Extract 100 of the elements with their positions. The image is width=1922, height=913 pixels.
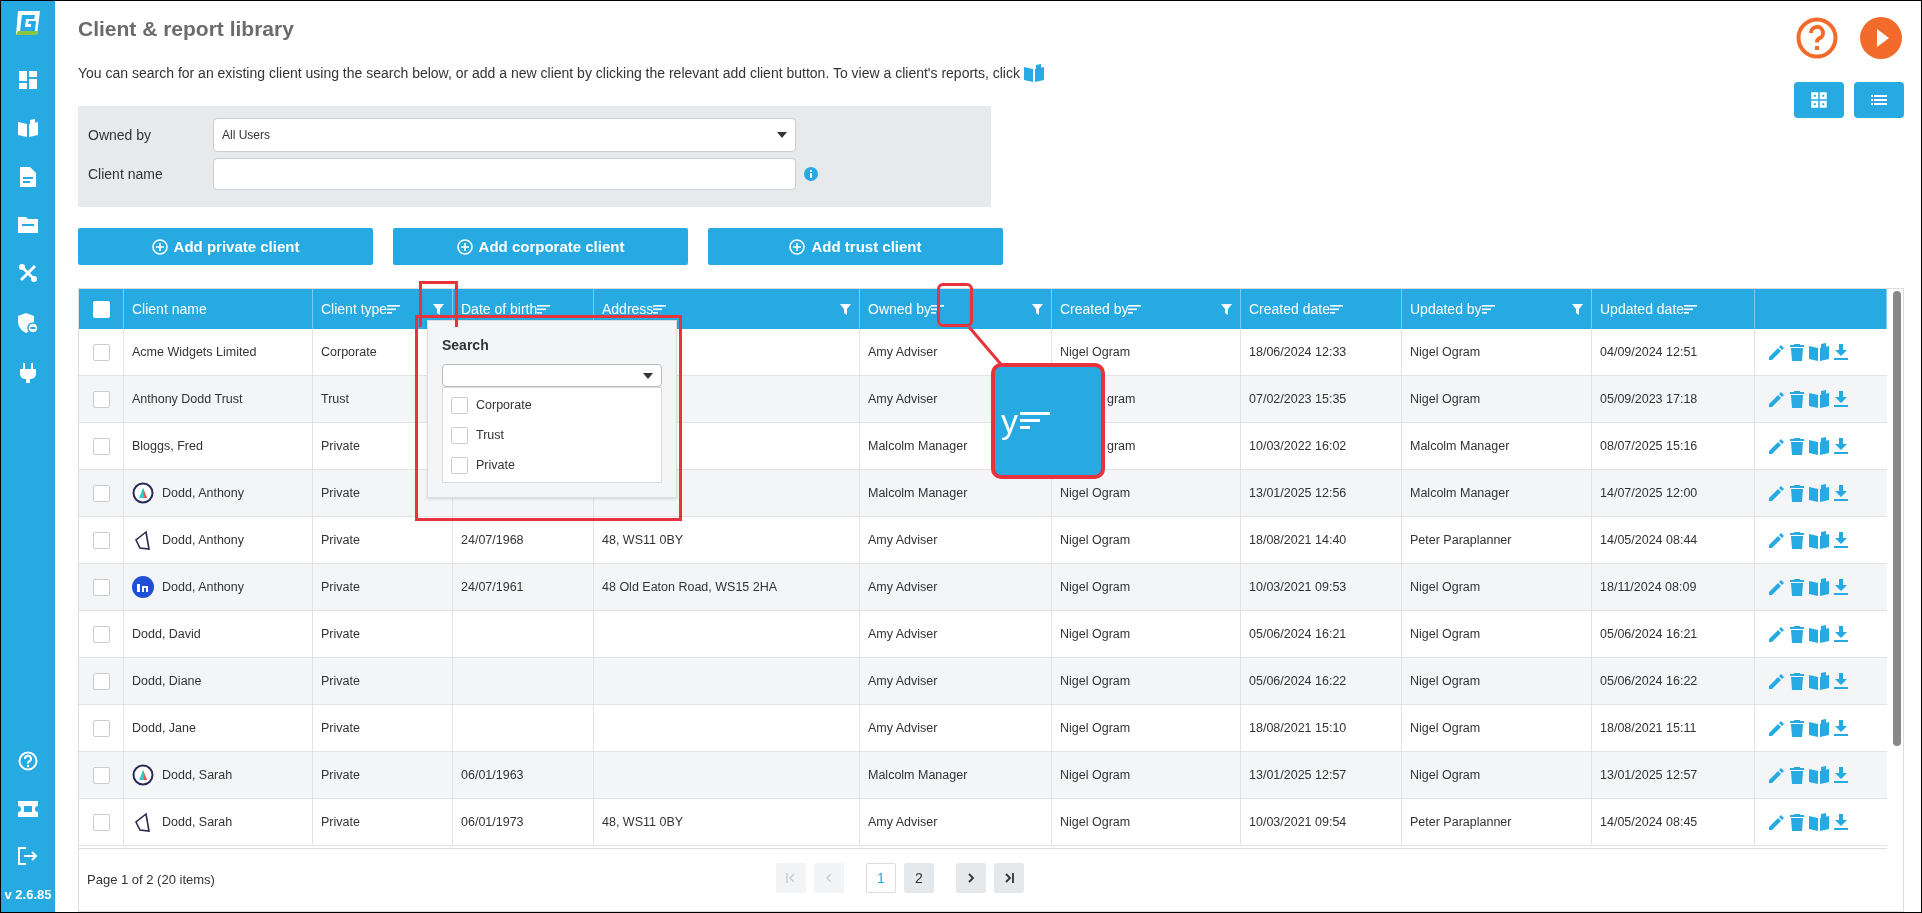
column-header[interactable]: Updated date bbox=[1600, 298, 1685, 320]
play-icon[interactable] bbox=[1860, 17, 1902, 59]
book-icon[interactable] bbox=[1809, 625, 1829, 644]
filter-icon[interactable] bbox=[840, 303, 851, 315]
logout-icon[interactable] bbox=[18, 846, 38, 865]
page-button[interactable]: 2 bbox=[904, 863, 934, 894]
option-checkbox[interactable] bbox=[451, 456, 468, 474]
ticket-icon[interactable] bbox=[18, 800, 38, 817]
column-header[interactable]: Owned by bbox=[868, 298, 932, 320]
help-icon[interactable] bbox=[1796, 17, 1838, 59]
delete-icon[interactable] bbox=[1790, 484, 1804, 502]
column-header[interactable]: Address bbox=[602, 298, 654, 320]
delete-icon[interactable] bbox=[1790, 531, 1804, 549]
add-client-button[interactable]: Add trust client bbox=[708, 228, 1003, 266]
select-all-checkbox[interactable] bbox=[92, 300, 110, 318]
delete-icon[interactable] bbox=[1790, 813, 1804, 831]
sort-icon[interactable] bbox=[1684, 304, 1698, 314]
book-icon[interactable] bbox=[1809, 719, 1829, 738]
last-page-button[interactable] bbox=[994, 863, 1024, 894]
shield-user-icon[interactable] bbox=[18, 313, 38, 333]
row-checkbox[interactable] bbox=[92, 437, 110, 455]
edit-icon[interactable] bbox=[1769, 344, 1785, 361]
delete-icon[interactable] bbox=[1790, 343, 1804, 361]
filter-icon[interactable] bbox=[1032, 303, 1043, 315]
sort-icon[interactable] bbox=[931, 304, 945, 314]
book-icon[interactable] bbox=[1809, 484, 1829, 503]
document-icon[interactable] bbox=[20, 167, 36, 187]
download-icon[interactable] bbox=[1834, 532, 1848, 549]
book-icon[interactable] bbox=[1809, 531, 1829, 550]
sort-icon[interactable] bbox=[1329, 304, 1343, 314]
edit-icon[interactable] bbox=[1769, 532, 1785, 549]
edit-icon[interactable] bbox=[1769, 720, 1785, 737]
plug-icon[interactable] bbox=[20, 363, 36, 383]
delete-icon[interactable] bbox=[1790, 625, 1804, 643]
add-client-button[interactable]: Add private client bbox=[78, 228, 373, 266]
row-checkbox[interactable] bbox=[92, 390, 110, 408]
filter-option[interactable]: Corporate bbox=[443, 390, 661, 421]
sort-icon[interactable] bbox=[1481, 304, 1495, 314]
book-icon[interactable] bbox=[1809, 813, 1829, 832]
filter-icon[interactable] bbox=[433, 303, 444, 315]
option-checkbox[interactable] bbox=[451, 426, 468, 444]
column-header[interactable]: Client type bbox=[321, 298, 388, 320]
dashboard-icon[interactable] bbox=[19, 71, 37, 89]
filter-icon[interactable] bbox=[1221, 303, 1232, 315]
column-header[interactable]: Updated by bbox=[1410, 298, 1482, 320]
tools-icon[interactable] bbox=[18, 263, 38, 283]
filter-option[interactable]: Private bbox=[443, 450, 661, 481]
folder-icon[interactable] bbox=[18, 217, 38, 233]
delete-icon[interactable] bbox=[1790, 390, 1804, 408]
download-icon[interactable] bbox=[1834, 485, 1848, 502]
row-checkbox[interactable] bbox=[92, 719, 110, 737]
row-checkbox[interactable] bbox=[92, 625, 110, 643]
sort-icon[interactable] bbox=[1128, 304, 1142, 314]
row-checkbox[interactable] bbox=[92, 813, 110, 831]
next-page-button[interactable] bbox=[956, 863, 986, 894]
book-icon[interactable] bbox=[1809, 343, 1829, 362]
column-header[interactable]: Date of birth bbox=[461, 298, 538, 320]
column-header[interactable]: Created date bbox=[1249, 298, 1330, 320]
edit-icon[interactable] bbox=[1769, 438, 1785, 455]
filter-icon[interactable] bbox=[1572, 303, 1583, 315]
edit-icon[interactable] bbox=[1769, 673, 1785, 690]
client-name-field[interactable] bbox=[213, 158, 796, 190]
option-checkbox[interactable] bbox=[451, 396, 468, 414]
add-client-button[interactable]: Add corporate client bbox=[393, 228, 688, 266]
download-icon[interactable] bbox=[1834, 720, 1848, 737]
book-icon[interactable] bbox=[18, 119, 38, 137]
scrollbar[interactable] bbox=[1893, 291, 1901, 747]
delete-icon[interactable] bbox=[1790, 719, 1804, 737]
row-checkbox[interactable] bbox=[92, 578, 110, 596]
info-icon[interactable] bbox=[804, 167, 818, 181]
download-icon[interactable] bbox=[1834, 673, 1848, 690]
download-icon[interactable] bbox=[1834, 438, 1848, 455]
delete-icon[interactable] bbox=[1790, 437, 1804, 455]
search-dropdown[interactable] bbox=[442, 364, 662, 388]
row-checkbox[interactable] bbox=[92, 672, 110, 690]
edit-icon[interactable] bbox=[1769, 391, 1785, 408]
edit-icon[interactable] bbox=[1769, 485, 1785, 502]
sort-icon[interactable] bbox=[653, 304, 667, 314]
download-icon[interactable] bbox=[1834, 391, 1848, 408]
book-icon[interactable] bbox=[1809, 672, 1829, 691]
download-icon[interactable] bbox=[1834, 626, 1848, 643]
download-icon[interactable] bbox=[1834, 814, 1848, 831]
sort-icon[interactable] bbox=[537, 304, 551, 314]
logo-icon[interactable] bbox=[14, 9, 42, 37]
list-view-button[interactable] bbox=[1854, 82, 1904, 118]
delete-icon[interactable] bbox=[1790, 766, 1804, 784]
column-header[interactable]: Client name bbox=[132, 298, 207, 320]
edit-icon[interactable] bbox=[1769, 814, 1785, 831]
book-icon[interactable] bbox=[1809, 437, 1829, 456]
download-icon[interactable] bbox=[1834, 579, 1848, 596]
edit-icon[interactable] bbox=[1769, 579, 1785, 596]
delete-icon[interactable] bbox=[1790, 578, 1804, 596]
page-button[interactable]: 1 bbox=[866, 863, 896, 894]
row-checkbox[interactable] bbox=[92, 531, 110, 549]
edit-icon[interactable] bbox=[1769, 767, 1785, 784]
filter-option[interactable]: Trust bbox=[443, 420, 661, 451]
book-icon[interactable] bbox=[1809, 766, 1829, 785]
download-icon[interactable] bbox=[1834, 344, 1848, 361]
grid-view-button[interactable] bbox=[1794, 82, 1844, 118]
delete-icon[interactable] bbox=[1790, 672, 1804, 690]
